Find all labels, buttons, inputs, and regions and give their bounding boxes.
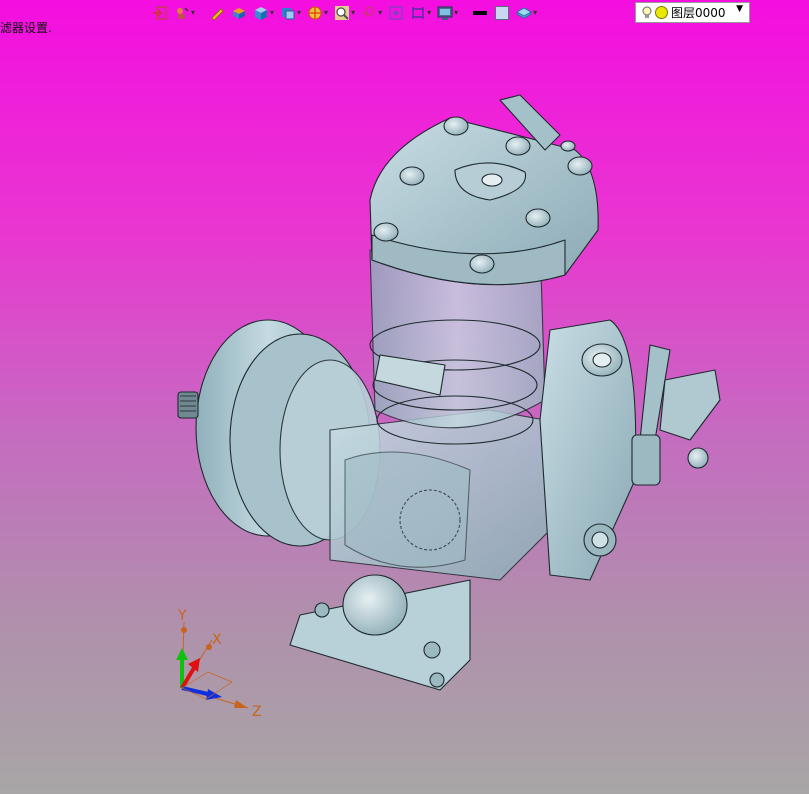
layers-cube-button[interactable] <box>229 2 249 24</box>
shaded-cube-button[interactable]: ▾ <box>251 2 276 24</box>
layer-plane-icon <box>516 7 533 19</box>
exit-sketch-icon <box>153 6 167 20</box>
section-button[interactable]: ▾ <box>305 2 330 24</box>
chevron-down-icon: ▾ <box>324 8 329 17</box>
display-button[interactable]: ▾ <box>435 2 460 24</box>
view-cube-icon <box>282 8 295 20</box>
rotate-icon <box>363 6 375 17</box>
chevron-down-icon: ▾ <box>378 8 383 17</box>
layer-select[interactable]: 图层0000 ▼ <box>635 2 750 23</box>
chevron-down-icon: ▼ <box>736 4 743 14</box>
pencil-button[interactable] <box>207 2 227 24</box>
exit-sketch-button[interactable] <box>150 2 170 24</box>
z-axis-label: Z <box>252 704 262 720</box>
chevron-down-icon: ▾ <box>427 8 432 17</box>
3d-viewport[interactable] <box>0 0 809 794</box>
rotate-button[interactable]: ▾ <box>359 2 384 24</box>
line-style-button[interactable] <box>470 2 490 24</box>
color-swatch-button[interactable] <box>492 2 512 24</box>
section-icon <box>308 6 322 20</box>
chevron-down-icon: ▾ <box>454 8 459 17</box>
layers-cube-icon <box>233 8 246 19</box>
zoom-fit-button[interactable]: ▾ <box>332 2 357 24</box>
layer-plane-button[interactable]: ▾ <box>514 2 539 24</box>
frame-button[interactable]: ▾ <box>408 2 433 24</box>
view-cube-button[interactable]: ▾ <box>278 2 303 24</box>
chevron-down-icon: ▾ <box>270 8 275 17</box>
snap-icon <box>389 6 403 20</box>
snap-button[interactable] <box>386 2 406 24</box>
color-swatch-icon <box>495 6 510 20</box>
toolbar: ▾ ▾ ▾ ▾ ▾ ▾ ▾ ▾ ▾ <box>150 2 539 24</box>
pencil-icon <box>211 8 224 21</box>
light-bulb-icon <box>642 6 652 18</box>
chevron-down-icon: ▾ <box>533 8 538 17</box>
y-axis-label: Y <box>177 608 187 624</box>
frame-icon <box>412 7 424 19</box>
shaded-cube-icon <box>255 7 268 20</box>
sketch-tools-button[interactable]: ▾ <box>172 2 197 24</box>
chevron-down-icon: ▾ <box>351 8 356 17</box>
line-style-icon <box>473 11 488 15</box>
chevron-down-icon: ▾ <box>297 8 302 17</box>
display-icon <box>437 6 453 20</box>
layer-color-icon <box>655 6 668 19</box>
status-text: 滤器设置. <box>0 21 52 35</box>
chevron-down-icon: ▾ <box>191 8 196 17</box>
sketch-tools-icon <box>177 7 189 19</box>
zoom-fit-icon <box>335 6 350 20</box>
layer-name: 图层0000 <box>671 6 726 20</box>
coordinate-triad: Y X Z <box>176 608 262 720</box>
x-axis-label: X <box>212 632 222 648</box>
